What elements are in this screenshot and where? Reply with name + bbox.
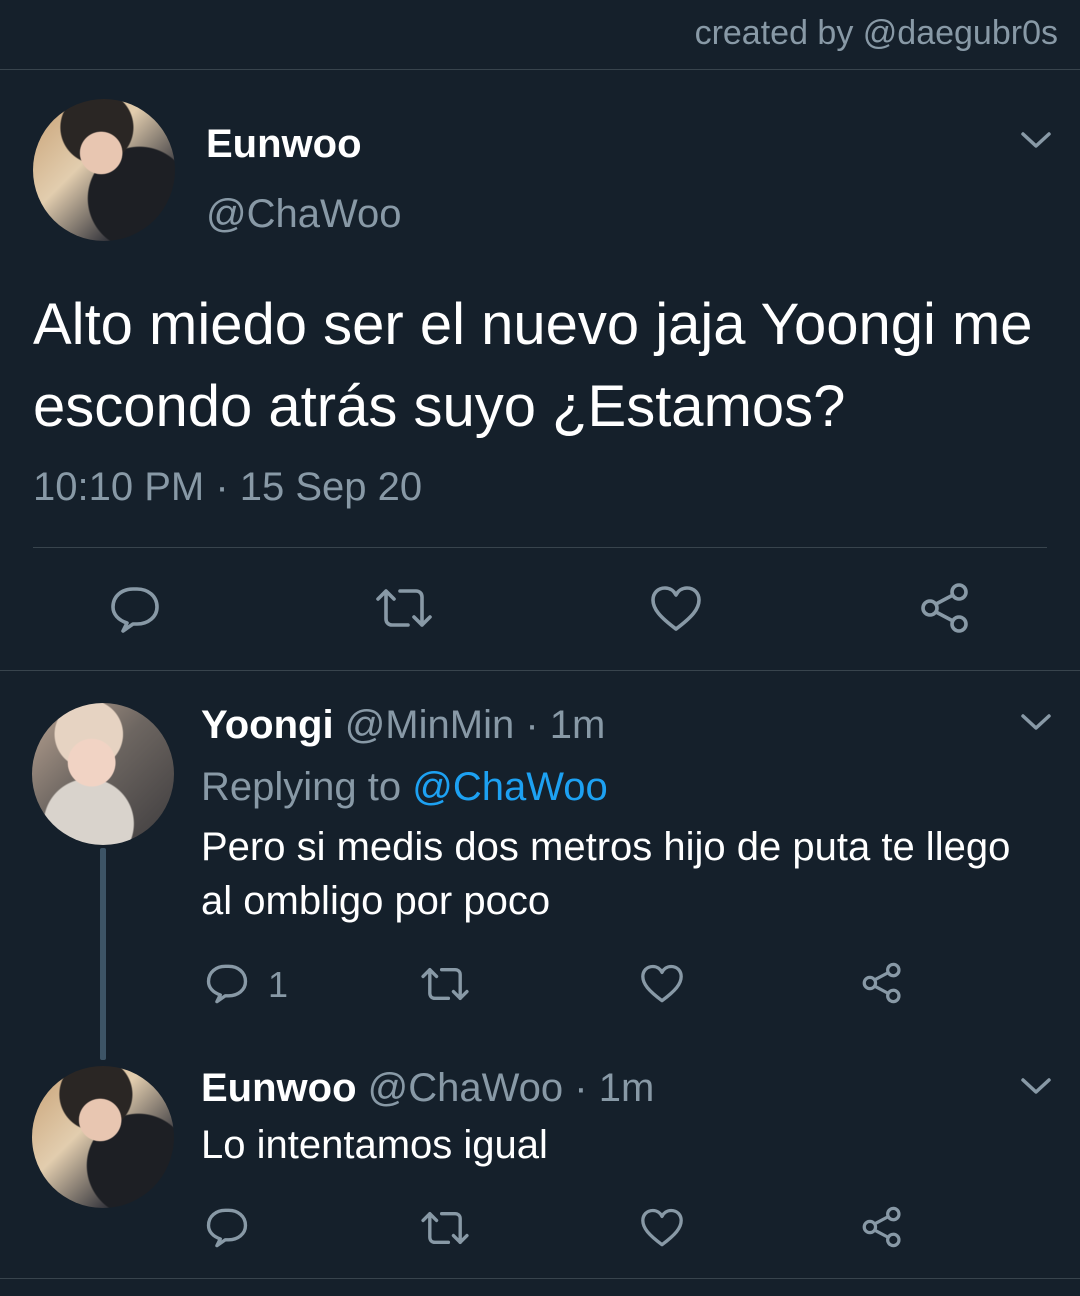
retweet-button[interactable]: [418, 964, 472, 1004]
heart-icon: [641, 964, 683, 1003]
avatar[interactable]: [32, 1066, 174, 1208]
reply-text: Lo intentamos igual: [201, 1123, 548, 1167]
retweet-icon: [421, 1211, 469, 1245]
retweet-button[interactable]: [372, 585, 436, 631]
heart-icon: [641, 1208, 683, 1247]
top-divider: [0, 69, 1080, 70]
reply-button[interactable]: [205, 1207, 249, 1249]
like-button[interactable]: [650, 585, 702, 633]
credit-text: created by @daegubr0s: [694, 14, 1058, 52]
chevron-down-icon[interactable]: [1018, 710, 1054, 734]
replying-to: Replying to @ChaWoo: [201, 765, 608, 810]
share-icon: [862, 1206, 901, 1248]
divider: [0, 670, 1080, 671]
reply-text: Pero si medis dos metros hijo de puta te…: [201, 825, 1011, 923]
chevron-down-icon[interactable]: [1018, 1074, 1054, 1098]
share-button[interactable]: [918, 582, 972, 634]
reply-header: Eunwoo @ChaWoo · 1m: [201, 1066, 654, 1111]
reply-button[interactable]: [109, 585, 161, 635]
retweet-icon: [376, 589, 432, 627]
reply-count: 1: [268, 964, 289, 1005]
avatar[interactable]: [32, 703, 174, 845]
share-icon: [862, 962, 901, 1004]
share-button[interactable]: [860, 1206, 904, 1248]
reply-icon: [111, 587, 159, 633]
author-name[interactable]: Yoongi: [201, 703, 334, 747]
replying-prefix: Replying to: [201, 765, 402, 809]
thread-line: [100, 848, 106, 1060]
chevron-down-icon[interactable]: [1018, 128, 1054, 152]
author-handle[interactable]: @ChaWoo: [206, 192, 402, 237]
divider: [33, 547, 1047, 548]
retweet-button[interactable]: [418, 1208, 472, 1248]
share-button[interactable]: [860, 962, 904, 1004]
reply-button[interactable]: [205, 963, 249, 1005]
author-name[interactable]: Eunwoo: [206, 122, 362, 167]
share-icon: [921, 583, 968, 633]
author-handle-time[interactable]: @MinMin · 1m: [345, 703, 606, 747]
author-name[interactable]: Eunwoo: [201, 1066, 357, 1110]
reply-icon: [206, 964, 248, 1004]
tweet-text: Alto miedo ser el nuevo jaja Yoongi me e…: [33, 292, 1033, 439]
author-handle-time[interactable]: @ChaWoo · 1m: [368, 1066, 655, 1110]
reply-header: Yoongi @MinMin · 1m: [201, 703, 605, 748]
tweet-timestamp[interactable]: 10:10 PM · 15 Sep 20: [33, 465, 422, 510]
retweet-icon: [421, 967, 469, 1001]
replying-to-link[interactable]: @ChaWoo: [412, 765, 608, 809]
like-button[interactable]: [640, 964, 684, 1004]
divider: [0, 1278, 1080, 1279]
heart-icon: [651, 586, 701, 631]
avatar[interactable]: [33, 99, 175, 241]
like-button[interactable]: [640, 1208, 684, 1248]
reply-icon: [206, 1208, 248, 1248]
